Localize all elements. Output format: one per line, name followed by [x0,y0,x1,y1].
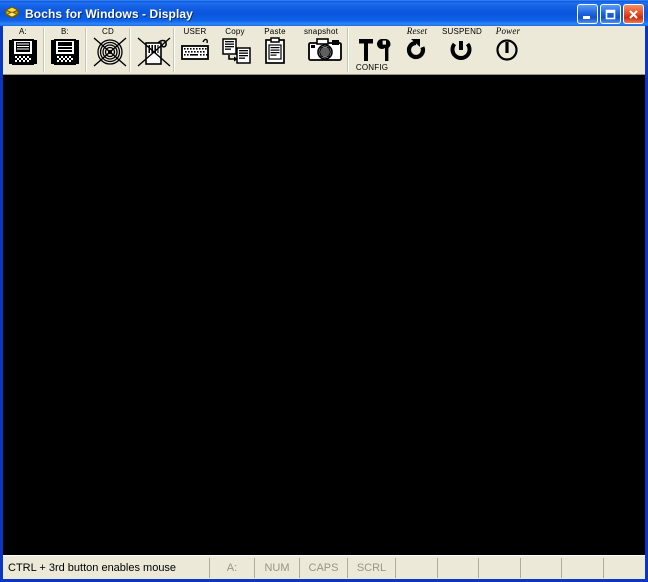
toolbar-config[interactable]: CONFIG [349,26,395,73]
toolbar-cdrom[interactable]: CD [87,26,129,73]
minimize-icon [583,15,590,19]
usb-device-icon [136,37,171,67]
maximize-button[interactable] [600,4,621,24]
minimize-button[interactable] [577,4,598,24]
status-scroll-lock-indicator: SCRL [347,558,395,578]
toolbar-floppy-b-label: B: [61,27,69,36]
toolbar: A: B: CD USER Copy Paste snapshot CONFIG… [3,26,645,75]
toolbar-copy-label: Copy [225,27,245,36]
toolbar-floppy-a[interactable]: A: [3,26,43,73]
window-title: Bochs for Windows - Display [25,6,193,21]
toolbar-copy[interactable]: Copy [215,26,255,73]
toolbar-floppy-b[interactable]: B: [45,26,85,73]
toolbar-suspend[interactable]: SUSPEND [439,26,485,73]
status-blank-cell [602,558,645,578]
toolbar-user[interactable]: USER [175,26,215,73]
close-icon [629,9,638,19]
window-controls [577,4,644,24]
cdrom-icon [92,37,127,67]
toolbar-snapshot[interactable]: snapshot [295,26,347,73]
status-caps-lock-indicator: CAPS [299,558,347,578]
power-icon [492,37,524,67]
toolbar-usb-device[interactable] [131,26,173,73]
close-button[interactable] [623,4,644,24]
bochs-window: Bochs for Windows - Display A: B: CD USE… [0,0,648,582]
floppy-disk-icon [7,37,39,67]
toolbar-reset-label: Reset [406,26,428,36]
toolbar-power[interactable]: Power [485,26,531,73]
power-suspend-icon [446,37,478,67]
status-blank-cell [519,558,562,578]
client-area: A: B: CD USER Copy Paste snapshot CONFIG… [3,26,645,579]
toolbar-snapshot-label: snapshot [303,27,339,36]
toolbar-paste-label: Paste [264,27,286,36]
toolbar-reset[interactable]: Reset [395,26,439,73]
status-blank-cell [395,558,437,578]
bochs-cube-icon [4,5,20,22]
copy-icon [219,37,251,67]
tools-icon [356,37,391,63]
vga-display-area[interactable] [3,75,645,555]
status-floppy-a-indicator: A: [209,558,254,578]
status-num-lock-indicator: NUM [254,558,299,578]
reset-arrow-icon [401,37,433,67]
toolbar-paste[interactable]: Paste [255,26,295,73]
keyboard-icon [179,37,211,67]
clipboard-icon [259,37,291,67]
status-bar: CTRL + 3rd button enables mouse A: NUM C… [3,555,645,579]
status-message: CTRL + 3rd button enables mouse [8,562,177,574]
status-blank-cell [478,558,520,578]
floppy-disk-icon [49,37,81,67]
toolbar-power-label: Power [495,26,521,36]
title-bar[interactable]: Bochs for Windows - Display [0,0,648,26]
status-blank-cell [436,558,479,578]
toolbar-floppy-a-label: A: [19,27,27,36]
toolbar-cdrom-label: CD [102,27,114,36]
status-blank-cell [561,558,603,578]
camera-icon [305,37,342,67]
maximize-icon [605,9,616,19]
toolbar-suspend-label: SUSPEND [441,27,483,36]
toolbar-user-label: USER [183,27,207,36]
toolbar-config-label: CONFIG [355,63,389,72]
